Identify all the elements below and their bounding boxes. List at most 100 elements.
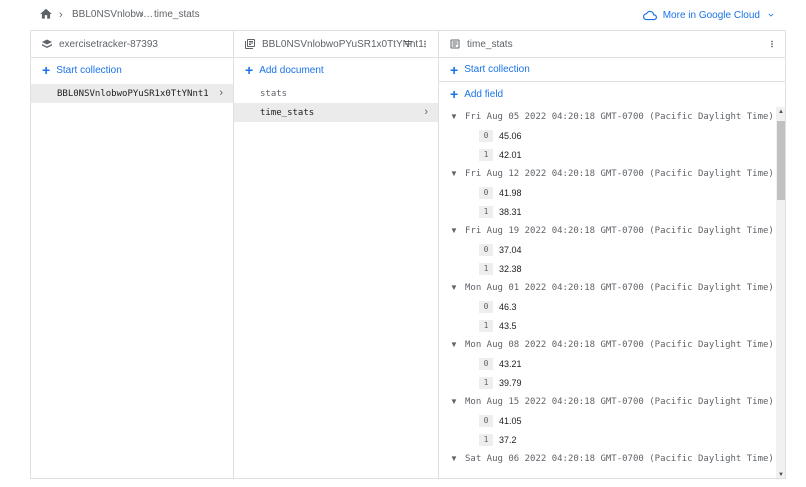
array-item-value: 43.21 — [499, 358, 522, 369]
collection-panel: BBL0NSVnlobwoPYuSR1x0TtYNnt1 + Add docum… — [234, 31, 439, 479]
expand-triangle-icon[interactable]: ▼ — [450, 397, 465, 406]
array-item-row[interactable]: 1 37.2 — [439, 430, 785, 449]
chevron-right-icon: › — [219, 87, 223, 99]
array-item-value: 39.79 — [499, 377, 522, 388]
array-index-badge: 0 — [479, 414, 493, 427]
field-group: ▼ Mon Aug 15 2022 04:20:18 GMT-0700 (Paci… — [439, 392, 785, 449]
array-item-row[interactable]: 0 37.04 — [439, 240, 785, 259]
array-item-value: 37.2 — [499, 434, 517, 445]
add-document-button[interactable]: + Add document — [234, 58, 438, 82]
field-group: ▼ Fri Aug 19 2022 04:20:18 GMT-0700 (Paci… — [439, 221, 785, 278]
array-index-badge: 0 — [479, 300, 493, 313]
collection-tools — [402, 38, 430, 50]
array-item-row[interactable]: 0 41.98 — [439, 183, 785, 202]
filter-icon[interactable] — [402, 38, 414, 50]
chevron-down-icon — [768, 13, 774, 17]
array-item-row[interactable]: 0 43.21 — [439, 354, 785, 373]
project-title: exercisetracker-87393 — [59, 38, 158, 50]
field-key-row[interactable]: ▼ Mon Aug 08 2022 04:20:18 GMT-0700 (Paci… — [439, 335, 785, 354]
array-item-value: 46.3 — [499, 301, 517, 312]
collection-icon — [245, 39, 255, 49]
home-icon[interactable] — [39, 7, 53, 21]
field-key: Mon Aug 01 2022 04:20:18 GMT-0700 (Pacif… — [465, 282, 774, 293]
add-field-button[interactable]: + Add field — [439, 82, 785, 106]
field-key-row[interactable]: ▼ Fri Aug 12 2022 04:20:18 GMT-0700 (Paci… — [439, 164, 785, 183]
list-item-collection[interactable]: BBL0NSVnlobwoPYuSR1x0TtYNnt1 › — [31, 84, 233, 103]
document-title: time_stats — [467, 38, 513, 50]
expand-triangle-icon[interactable]: ▼ — [450, 454, 465, 463]
field-key: Fri Aug 12 2022 04:20:18 GMT-0700 (Pacif… — [465, 168, 774, 179]
root-panel-header: exercisetracker-87393 — [31, 31, 233, 58]
scroll-thumb[interactable] — [777, 121, 785, 200]
field-key-row[interactable]: ▼ Fri Aug 05 2022 04:20:18 GMT-0700 (Paci… — [439, 107, 785, 126]
start-collection-button[interactable]: + Start collection — [439, 58, 785, 82]
expand-triangle-icon[interactable]: ▼ — [450, 340, 465, 349]
array-item-value: 41.05 — [499, 415, 522, 426]
field-key: Mon Aug 15 2022 04:20:18 GMT-0700 (Pacif… — [465, 396, 774, 407]
collection-panel-header: BBL0NSVnlobwoPYuSR1x0TtYNnt1 — [234, 31, 438, 58]
array-item-row[interactable]: 1 39.79 — [439, 373, 785, 392]
field-key: Fri Aug 05 2022 04:20:18 GMT-0700 (Pacif… — [465, 111, 774, 122]
array-item-value: 38.31 — [499, 206, 522, 217]
array-index-badge: 0 — [479, 186, 493, 199]
array-item-row[interactable]: 0 46.3 — [439, 297, 785, 316]
array-item-row[interactable]: 0 41.05 — [439, 411, 785, 430]
plus-icon: + — [450, 61, 459, 78]
array-item-row[interactable]: 1 42.01 — [439, 145, 785, 164]
array-index-badge: 1 — [479, 205, 493, 218]
field-key: Fri Aug 19 2022 04:20:18 GMT-0700 (Pacif… — [465, 225, 774, 236]
database-icon — [42, 39, 52, 48]
field-key-row[interactable]: ▼ Fri Aug 19 2022 04:20:18 GMT-0700 (Paci… — [439, 221, 785, 240]
plus-icon: + — [245, 62, 254, 78]
field-group: ▼ Fri Aug 12 2022 04:20:18 GMT-0700 (Paci… — [439, 164, 785, 221]
field-group: ▼ Mon Aug 08 2022 04:20:18 GMT-0700 (Paci… — [439, 335, 785, 392]
field-key-row[interactable]: ▼ Sat Aug 06 2022 04:20:18 GMT-0700 (Paci… — [439, 449, 785, 468]
array-item-value: 45.06 — [499, 130, 522, 141]
document-name: time_stats — [260, 107, 315, 118]
panel-bottom-border — [30, 478, 786, 479]
field-key-row[interactable]: ▼ Mon Aug 01 2022 04:20:18 GMT-0700 (Paci… — [439, 278, 785, 297]
list-item-document[interactable]: time_stats › — [234, 103, 438, 122]
collection-name: BBL0NSVnlobwoPYuSR1x0TtYNnt1 — [57, 88, 209, 99]
chevron-right-icon: › — [424, 106, 428, 118]
field-key: Sat Aug 06 2022 04:20:18 GMT-0700 (Pacif… — [465, 453, 774, 464]
array-item-row[interactable]: 1 32.38 — [439, 259, 785, 278]
array-item-row[interactable]: 1 43.5 — [439, 316, 785, 335]
breadcrumb-collection[interactable]: time_stats — [154, 9, 200, 21]
chevron-right-icon: › — [140, 9, 144, 21]
cloud-icon — [642, 10, 657, 20]
array-item-row[interactable]: 0 45.06 — [439, 126, 785, 145]
array-item-value: 41.98 — [499, 187, 522, 198]
more-in-google-cloud-label: More in Google Cloud — [662, 9, 760, 21]
field-key-row[interactable]: ▼ Mon Aug 15 2022 04:20:18 GMT-0700 (Paci… — [439, 392, 785, 411]
document-panel: time_stats + Start collection + Add fiel… — [439, 31, 786, 479]
document-panel-header: time_stats — [439, 31, 785, 58]
document-name: stats — [260, 88, 288, 99]
start-collection-button[interactable]: + Start collection — [31, 58, 233, 82]
expand-triangle-icon[interactable]: ▼ — [450, 169, 465, 178]
array-index-badge: 1 — [479, 262, 493, 275]
expand-triangle-icon[interactable]: ▼ — [450, 112, 465, 121]
list-item-document[interactable]: stats — [234, 84, 438, 103]
array-index-badge: 0 — [479, 129, 493, 142]
scroll-up-icon[interactable]: ▲ — [778, 109, 784, 115]
more-vert-icon[interactable] — [420, 38, 430, 50]
more-vert-icon[interactable] — [767, 38, 777, 50]
array-index-badge: 1 — [479, 148, 493, 161]
collection-title: BBL0NSVnlobwoPYuSR1x0TtYNnt1 — [262, 38, 424, 50]
array-index-badge: 1 — [479, 433, 493, 446]
array-item-value: 32.38 — [499, 263, 522, 274]
array-item-value: 43.5 — [499, 320, 517, 331]
more-in-google-cloud-button[interactable]: More in Google Cloud — [642, 7, 776, 23]
array-index-badge: 1 — [479, 319, 493, 332]
plus-icon: + — [450, 86, 459, 102]
scrollbar[interactable]: ▲ ▼ — [776, 107, 785, 479]
expand-triangle-icon[interactable]: ▼ — [450, 283, 465, 292]
document-tools — [767, 38, 777, 50]
array-item-row[interactable]: 1 38.31 — [439, 202, 785, 221]
start-collection-label: Start collection — [56, 64, 122, 76]
array-index-badge: 0 — [479, 243, 493, 256]
start-collection-label: Start collection — [464, 64, 530, 75]
plus-icon: + — [42, 62, 51, 78]
expand-triangle-icon[interactable]: ▼ — [450, 226, 465, 235]
